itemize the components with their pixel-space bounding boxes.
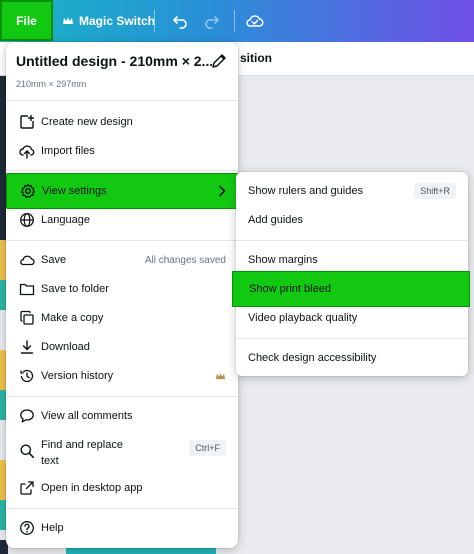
menu-item-download[interactable]: Download	[6, 333, 238, 361]
file-menu-button[interactable]: File	[0, 0, 53, 41]
menu-item-video-playback-quality[interactable]: Video playback quality	[236, 304, 468, 332]
menu-item-label: Show rulers and guides	[248, 185, 363, 197]
save-status: All changes saved	[144, 254, 226, 266]
menu-divider	[6, 396, 238, 397]
menu-divider	[6, 508, 238, 509]
menu-divider	[236, 338, 468, 339]
editor-context-label: sition	[240, 51, 272, 65]
menu-item-label: View all comments	[41, 410, 133, 422]
toolbar-divider	[154, 10, 155, 32]
copy-icon	[18, 310, 35, 327]
crown-icon	[212, 368, 229, 385]
menu-divider	[6, 170, 238, 171]
toolbar-divider	[234, 10, 235, 32]
menu-item-save-to-folder[interactable]: Save to folder	[6, 275, 238, 303]
menu-divider	[236, 240, 468, 241]
menu-item-label: Video playback quality	[248, 312, 358, 324]
menu-item-label: Open in desktop app	[41, 482, 143, 494]
menu-divider	[6, 240, 238, 241]
menu-item-label: Download	[41, 341, 90, 353]
menu-item-find-and-replace[interactable]: Find and replace text Ctrl+F	[6, 432, 238, 470]
external-link-icon	[18, 480, 35, 497]
globe-icon	[18, 212, 35, 229]
crown-icon	[63, 17, 73, 24]
menu-item-open-in-desktop-app[interactable]: Open in desktop app	[6, 474, 238, 502]
file-menu-panel: Untitled design - 210mm × 2... 210mm × 2…	[6, 42, 239, 548]
menu-item-label: Save to folder	[41, 283, 109, 295]
search-icon	[18, 442, 35, 459]
shortcut-badge: Shift+R	[414, 183, 456, 199]
menu-divider	[6, 100, 238, 101]
menu-item-label: Show print bleed	[249, 283, 331, 295]
menu-item-version-history[interactable]: Version history	[6, 362, 238, 390]
magic-switch-label: Magic Switch	[79, 14, 156, 28]
menu-item-label: Create new design	[41, 116, 133, 128]
design-title[interactable]: Untitled design - 210mm × 2...	[16, 53, 212, 69]
shortcut-badge: Ctrl+F	[189, 440, 226, 456]
pencil-icon[interactable]	[210, 52, 228, 70]
comment-icon	[18, 408, 35, 425]
menu-item-language[interactable]: Language	[6, 206, 238, 234]
menu-item-view-all-comments[interactable]: View all comments	[6, 402, 238, 430]
menu-item-make-a-copy[interactable]: Make a copy	[6, 304, 238, 332]
menu-item-save[interactable]: Save All changes saved	[6, 246, 238, 274]
menu-item-help[interactable]: Help	[6, 514, 238, 542]
menu-item-add-guides[interactable]: Add guides	[236, 206, 468, 234]
download-icon	[18, 339, 35, 356]
design-dimensions: 210mm × 297mm	[16, 79, 87, 89]
redo-icon[interactable]	[202, 11, 222, 31]
folder-icon	[18, 281, 35, 298]
cloud-icon	[18, 252, 35, 269]
menu-item-label: Find and replace text	[41, 439, 123, 467]
menu-item-label: View settings	[42, 185, 107, 197]
view-settings-submenu: Show rulers and guides Shift+R Add guide…	[232, 172, 470, 376]
gear-icon	[19, 183, 36, 200]
menu-item-create-new-design[interactable]: Create new design	[6, 108, 238, 136]
menu-item-label: Save	[41, 254, 67, 266]
menu-item-label: Help	[41, 522, 64, 534]
menu-item-label: Show margins	[248, 254, 318, 266]
plus-square-icon	[18, 114, 35, 131]
menu-item-import-files[interactable]: Import files	[6, 137, 238, 165]
magic-switch-button[interactable]: Magic Switch	[62, 11, 155, 31]
undo-icon[interactable]	[170, 11, 190, 31]
menu-item-label: Add guides	[248, 214, 304, 226]
cloud-upload-icon	[18, 143, 35, 160]
menu-item-label: Check design accessibility	[248, 352, 377, 364]
menu-item-view-settings[interactable]: View settings	[6, 173, 239, 209]
menu-item-label: Import files	[41, 145, 95, 157]
cloud-saved-icon[interactable]	[245, 11, 265, 31]
menu-item-label: Version history	[41, 370, 114, 382]
menu-item-show-margins[interactable]: Show margins	[236, 246, 468, 274]
menu-item-label: Make a copy	[41, 312, 104, 324]
chevron-right-icon	[213, 183, 230, 200]
menu-item-show-print-bleed[interactable]: Show print bleed	[232, 271, 470, 307]
history-icon	[18, 368, 35, 385]
top-toolbar: File Magic Switch	[0, 0, 474, 42]
menu-item-show-rulers-and-guides[interactable]: Show rulers and guides Shift+R	[236, 177, 468, 205]
menu-item-label: Language	[41, 214, 90, 226]
menu-item-check-design-accessibility[interactable]: Check design accessibility	[236, 344, 468, 372]
help-icon	[18, 520, 35, 537]
